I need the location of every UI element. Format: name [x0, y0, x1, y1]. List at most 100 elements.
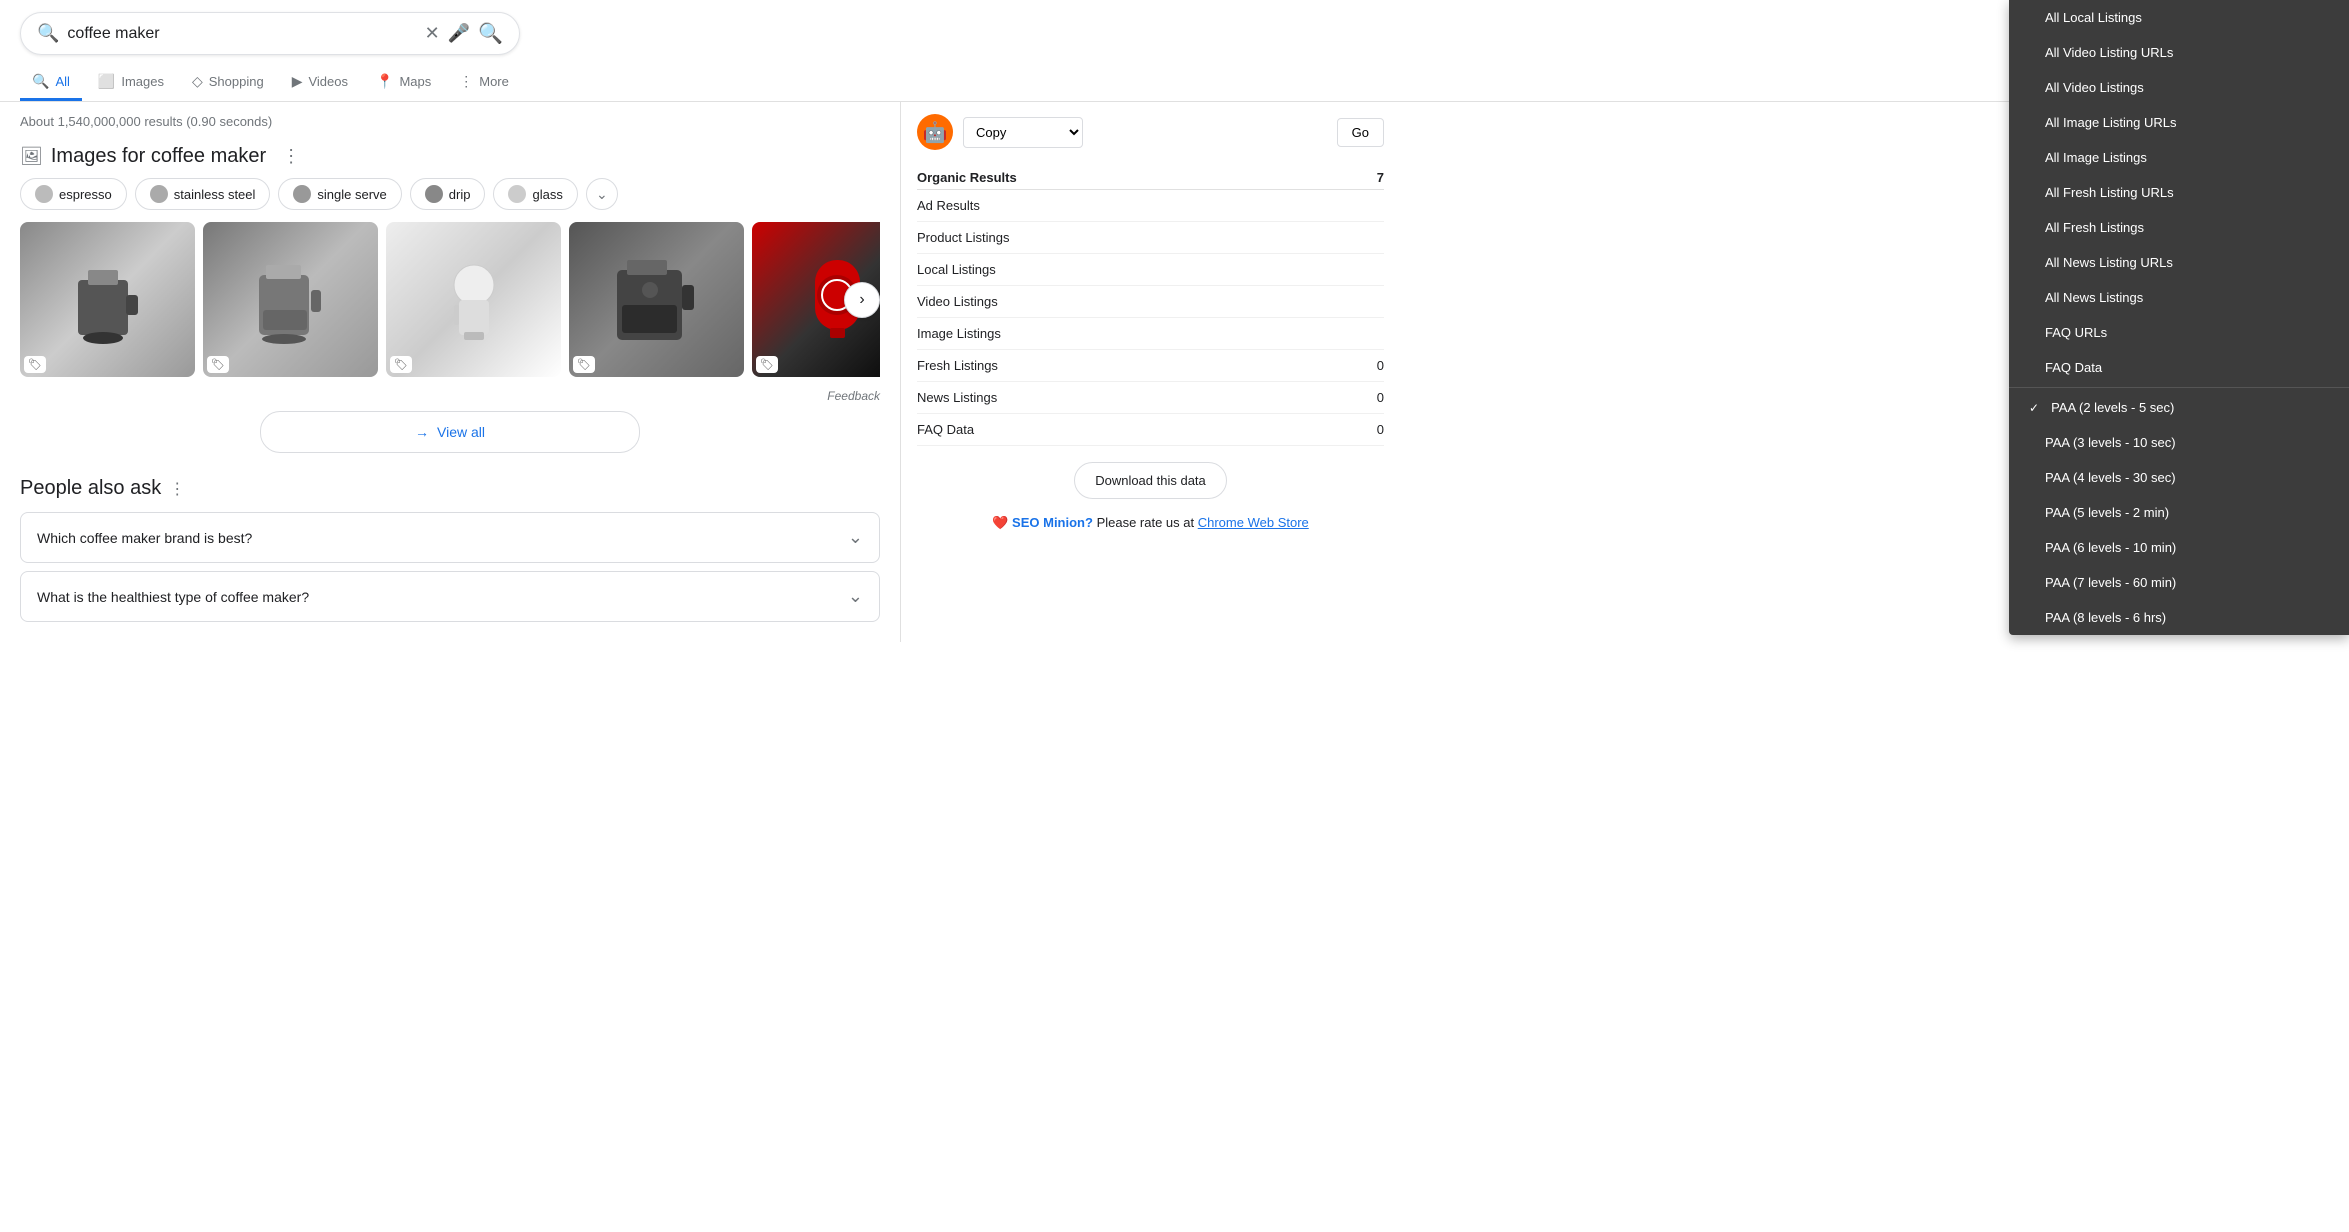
tab-more[interactable]: ⋮ More [447, 65, 521, 101]
filter-pill-single-serve[interactable]: single serve [278, 178, 401, 210]
product-listings-value [1352, 222, 1384, 254]
dropdown-item-all-fresh-urls[interactable]: All Fresh Listing URLs [2009, 175, 2349, 210]
paa-title: People also ask [20, 477, 161, 500]
search-input[interactable] [67, 25, 416, 43]
dropdown-divider [2009, 387, 2349, 388]
dropdown-item-all-fresh[interactable]: All Fresh Listings [2009, 210, 2349, 245]
dropdown-item-paa-8[interactable]: PAA (8 levels - 6 hrs) [2009, 600, 2349, 635]
header: 🔍 ✕ 🎤 🔍 🔍 All ⬜ Images ◇ Shopping ▶ Vide… [0, 0, 2349, 102]
clear-icon[interactable]: ✕ [425, 23, 440, 44]
filter-expand-button[interactable]: ⌄ [586, 178, 618, 210]
mic-icon[interactable]: 🎤 [448, 23, 470, 44]
image-thumb-4[interactable]: 🏷 [569, 222, 744, 377]
local-listings-value [1352, 254, 1384, 286]
seo-footer: ❤️ SEO Minion? Please rate us at Chrome … [917, 515, 1384, 531]
dropdown-item-paa-3[interactable]: PAA (3 levels - 10 sec) [2009, 425, 2349, 460]
table-row: News Listings 0 [917, 382, 1384, 414]
price-tag-1: 🏷 [24, 356, 46, 373]
paa-item-1[interactable]: Which coffee maker brand is best? ⌄ [20, 512, 880, 563]
drip-thumb [425, 185, 443, 203]
stainless-thumb [150, 185, 168, 203]
feedback-text: Feedback [20, 389, 880, 403]
table-row: FAQ Data 0 [917, 414, 1384, 446]
dropdown-item-paa-2[interactable]: PAA (2 levels - 5 sec) [2009, 390, 2349, 425]
image-thumb-2[interactable]: 🏷 [203, 222, 378, 377]
dropdown-item-all-news-urls[interactable]: All News Listing URLs [2009, 245, 2349, 280]
dropdown-item-paa-7[interactable]: PAA (7 levels - 60 min) [2009, 565, 2349, 600]
dropdown-item-all-video[interactable]: All Video Listings [2009, 70, 2349, 105]
images-section: 🖼 Images for coffee maker ⋮ espresso sta… [20, 145, 880, 453]
image-listings-value [1352, 318, 1384, 350]
filter-pill-glass[interactable]: glass [493, 178, 577, 210]
table-row: Video Listings [917, 286, 1384, 318]
table-row: Image Listings [917, 318, 1384, 350]
tab-maps[interactable]: 📍 Maps [364, 65, 443, 101]
dropdown-item-all-video-urls[interactable]: All Video Listing URLs [2009, 35, 2349, 70]
price-tag-3: 🏷 [390, 356, 412, 373]
tab-all[interactable]: 🔍 All [20, 65, 82, 101]
price-tag-2: 🏷 [207, 356, 229, 373]
product-listings-label: Product Listings [917, 222, 1352, 254]
table-row: Product Listings [917, 222, 1384, 254]
main-content: About 1,540,000,000 results (0.90 second… [0, 102, 2349, 642]
images-header: 🖼 Images for coffee maker ⋮ [20, 145, 880, 168]
table-row: Local Listings [917, 254, 1384, 286]
chevron-down-icon: ⌄ [848, 586, 863, 607]
filter-pill-stainless[interactable]: stainless steel [135, 178, 271, 210]
paa-header: People also ask ⋮ [20, 477, 880, 500]
table-row: Fresh Listings 0 [917, 350, 1384, 382]
dropdown-item-all-image[interactable]: All Image Listings [2009, 140, 2349, 175]
dropdown-overlay: All Local Listings All Video Listing URL… [2009, 0, 2349, 635]
dropdown-item-all-image-urls[interactable]: All Image Listing URLs [2009, 105, 2349, 140]
paa-section: People also ask ⋮ Which coffee maker bra… [20, 477, 880, 622]
next-button[interactable]: › [844, 282, 880, 318]
images-header-icon: 🖼 [20, 146, 43, 167]
seo-panel: 🤖 Copy Go Organic Results 7 Ad Results P… [900, 102, 1400, 642]
tab-videos[interactable]: ▶ Videos [280, 65, 360, 101]
nav-tabs: 🔍 All ⬜ Images ◇ Shopping ▶ Videos 📍 Map… [20, 65, 2329, 101]
filter-pills: espresso stainless steel single serve dr… [20, 178, 880, 210]
copy-select[interactable]: Copy [963, 117, 1083, 148]
tab-images[interactable]: ⬜ Images [86, 65, 176, 101]
dropdown-item-faq-data[interactable]: FAQ Data [2009, 350, 2349, 385]
glass-thumb [508, 185, 526, 203]
price-tag-5: 🏷 [756, 356, 778, 373]
image-thumb-3[interactable]: 🏷 [386, 222, 561, 377]
dropdown-item-faq-urls[interactable]: FAQ URLs [2009, 315, 2349, 350]
all-icon: 🔍 [32, 73, 49, 90]
dropdown-item-all-local[interactable]: All Local Listings [2009, 0, 2349, 35]
images-icon: ⬜ [98, 73, 115, 90]
filter-pill-espresso[interactable]: espresso [20, 178, 127, 210]
dropdown-item-all-news[interactable]: All News Listings [2009, 280, 2349, 315]
table-row: Ad Results [917, 190, 1384, 222]
faq-data-value: 0 [1352, 414, 1384, 446]
view-all-button[interactable]: → View all [260, 411, 640, 453]
organic-results-header: Organic Results [917, 166, 1352, 190]
results-area: About 1,540,000,000 results (0.90 second… [0, 102, 900, 642]
ad-results-value [1352, 190, 1384, 222]
espresso-thumb [35, 185, 53, 203]
seo-header: 🤖 Copy Go [917, 114, 1384, 150]
images-more-icon[interactable]: ⋮ [282, 146, 300, 167]
image-thumb-1[interactable]: 🏷 [20, 222, 195, 377]
image-thumbnails: 🏷 🏷 [20, 222, 880, 377]
tab-shopping[interactable]: ◇ Shopping [180, 65, 276, 101]
paa-more-icon[interactable]: ⋮ [169, 479, 185, 499]
video-listings-label: Video Listings [917, 286, 1352, 318]
google-lens-icon[interactable]: 🔍 [478, 21, 503, 46]
fresh-listings-value: 0 [1352, 350, 1384, 382]
search-icon: 🔍 [37, 23, 59, 44]
search-bar-row: 🔍 ✕ 🎤 🔍 [20, 12, 2329, 55]
filter-pill-drip[interactable]: drip [410, 178, 486, 210]
dropdown-item-paa-4[interactable]: PAA (4 levels - 30 sec) [2009, 460, 2349, 495]
price-tag-4: 🏷 [573, 356, 595, 373]
video-listings-value [1352, 286, 1384, 318]
chevron-down-icon: ⌄ [596, 186, 608, 203]
paa-item-2[interactable]: What is the healthiest type of coffee ma… [20, 571, 880, 622]
go-button[interactable]: Go [1337, 118, 1384, 147]
dropdown-item-paa-5[interactable]: PAA (5 levels - 2 min) [2009, 495, 2349, 530]
dropdown-item-paa-6[interactable]: PAA (6 levels - 10 min) [2009, 530, 2349, 565]
seo-avatar: 🤖 [917, 114, 953, 150]
download-button[interactable]: Download this data [1074, 462, 1227, 499]
chrome-store-link[interactable]: Chrome Web Store [1198, 515, 1309, 530]
